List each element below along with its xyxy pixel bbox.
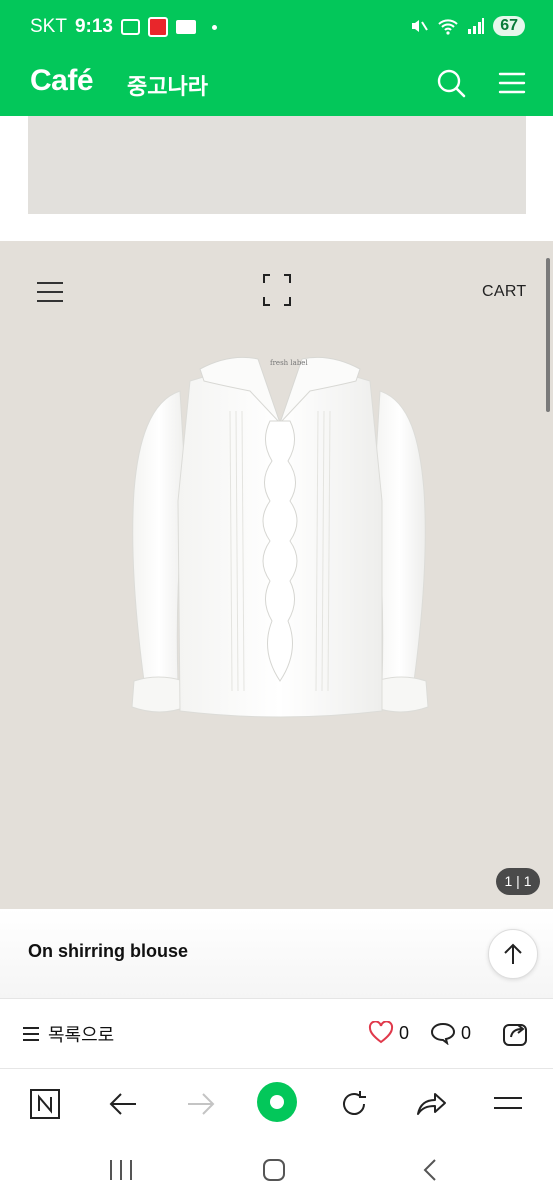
heart-icon [368, 1021, 394, 1044]
naver-home-button[interactable] [28, 1087, 62, 1121]
status-left: SKT 9:13 [30, 16, 217, 38]
store-logo-icon [263, 274, 291, 306]
back-to-list-button[interactable]: 목록으로 [22, 1021, 114, 1047]
previous-image [28, 116, 526, 214]
naver-n-icon [30, 1089, 60, 1119]
browser-toolbar [0, 1069, 553, 1139]
carrier-label: SKT [30, 16, 67, 37]
battery-indicator: 67 [493, 16, 525, 36]
forward-button[interactable] [184, 1087, 218, 1121]
like-count: 0 [399, 1022, 410, 1043]
blouse-image: fresh label [131, 356, 429, 718]
comment-count: 0 [461, 1022, 472, 1043]
app-header: Café 중고나라 [0, 56, 553, 116]
garment-tag: fresh label [270, 359, 308, 367]
app-notification-icon [147, 17, 168, 37]
status-bar: SKT 9:13 67 [0, 0, 553, 56]
recent-apps-icon[interactable] [106, 1157, 136, 1183]
wifi-icon [438, 19, 458, 35]
store-menu-icon [37, 282, 63, 302]
comment-button[interactable]: 0 [430, 1021, 471, 1045]
post-action-bar: 목록으로 0 0 [0, 999, 553, 1069]
arrow-right-icon [188, 1093, 215, 1115]
green-dot-icon [270, 1095, 284, 1109]
page-scrollbar[interactable] [546, 258, 550, 412]
like-button[interactable]: 0 [368, 1021, 409, 1045]
mute-icon [412, 20, 429, 32]
status-right: 67 [409, 16, 525, 36]
search-icon[interactable] [436, 68, 466, 98]
cafe-logo[interactable]: Café [30, 64, 94, 98]
cafe-name[interactable]: 중고나라 [127, 69, 208, 101]
refresh-icon [343, 1091, 366, 1115]
post-title: On shirring blouse [28, 941, 189, 961]
browser-menu-button[interactable] [491, 1087, 525, 1121]
product-image[interactable]: CART fresh label 1 | 1 [0, 241, 553, 909]
post-title-row: On shirring blouse [0, 909, 553, 999]
screenshot-icon [120, 19, 140, 35]
list-icon [23, 1027, 39, 1041]
home-icon[interactable] [259, 1157, 289, 1183]
arrow-up-icon [504, 943, 522, 964]
comment-icon [430, 1022, 456, 1045]
more-notifications-dot [211, 24, 217, 30]
signal-icon [468, 18, 485, 34]
back-icon[interactable] [416, 1157, 446, 1183]
cart-label: CART [482, 283, 527, 300]
naver-green-dot-button[interactable] [257, 1082, 297, 1122]
naver-plus-icon [175, 20, 196, 34]
share-page-button[interactable] [414, 1087, 448, 1121]
clock: 9:13 [74, 16, 113, 37]
refresh-button[interactable] [337, 1087, 371, 1121]
menu-icon [494, 1097, 522, 1109]
arrow-left-icon [109, 1093, 136, 1115]
share-icon[interactable] [502, 1019, 530, 1047]
back-to-list-label: 목록으로 [48, 1025, 115, 1045]
image-counter: 1 | 1 [496, 868, 540, 895]
forward-share-icon [417, 1093, 446, 1115]
scroll-to-top-button[interactable] [488, 929, 538, 979]
menu-icon[interactable] [498, 70, 526, 96]
back-button[interactable] [106, 1087, 140, 1121]
system-navigation-bar [0, 1139, 553, 1200]
